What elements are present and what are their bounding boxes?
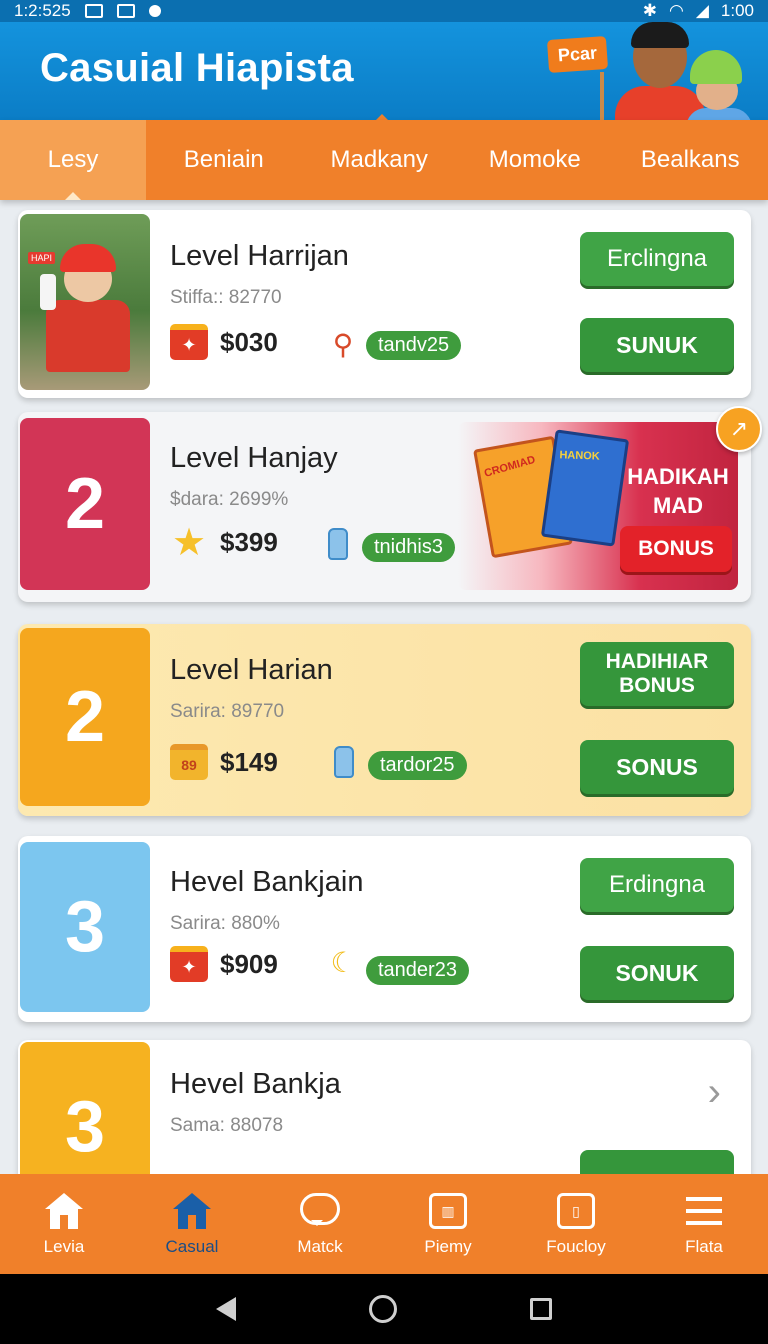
clipboard-icon: ▯ (554, 1191, 598, 1231)
header-photo-child (686, 50, 752, 120)
hadihiar-bonus-button[interactable]: HADIHIAR BONUS (580, 642, 734, 706)
level-subtitle: Sarira: 89770 (170, 701, 285, 722)
menu-icon (682, 1191, 726, 1231)
level-card[interactable]: 3 Hevel Bankjain Sarira: 880% ✦ $909 ☾ t… (18, 836, 751, 1022)
mail-icon (116, 4, 135, 18)
nav-label: Flata (685, 1237, 723, 1256)
level-price: $149 (220, 746, 278, 777)
photo-tag: HAPI (28, 252, 56, 264)
nav-label: Matck (297, 1237, 343, 1256)
nav-label: Foucloy (546, 1237, 606, 1256)
promo-banner[interactable]: CROMIAD HANOK HADIKAH MAD BONUS (458, 422, 738, 590)
sign-stick (600, 72, 604, 120)
erclingna-button[interactable]: Erclingna (580, 232, 734, 286)
system-navigation-bar (0, 1274, 768, 1344)
level-title: Level Hanjay (170, 442, 338, 474)
level-number-tile: 3 (20, 842, 150, 1012)
app-title: Casuial Hiapista (40, 46, 354, 90)
status-clock: 1:00 (720, 1, 754, 20)
level-title: Level Harian (170, 654, 333, 686)
level-tag-pill: tandv25 (366, 331, 462, 360)
nav-label: Casual (165, 1237, 219, 1256)
wifi-icon: ◠ (668, 1, 684, 20)
level-action-button[interactable] (580, 1150, 734, 1174)
level-tag-pill: tardor25 (368, 751, 467, 780)
nav-levia[interactable]: Levia (0, 1174, 128, 1274)
bonus-button[interactable]: BONUS (620, 526, 732, 572)
box-icon: 89 (170, 744, 208, 780)
banner-title: HADIKAH MAD (627, 464, 729, 518)
level-subtitle: Sarira: 880% (170, 913, 280, 934)
banana-icon: ☾ (330, 946, 356, 978)
chat-icon (298, 1191, 342, 1231)
level-subtitle: Sama: 88078 (170, 1115, 284, 1136)
level-card[interactable]: 2 Level Harian Sarira: 89770 89 $149 tar… (18, 624, 751, 816)
home-button-icon[interactable] (368, 1295, 397, 1323)
nav-matck[interactable]: Matck (256, 1174, 384, 1274)
status-bar: 1:2:525 ✱ ◠ ◢ 1:00 (0, 0, 768, 22)
level-card[interactable]: 3 Hevel Bankja Sama: 88078 › (18, 1040, 751, 1174)
trend-icon[interactable]: ↗ (716, 406, 762, 452)
level-title: Hevel Bankja (170, 1068, 341, 1100)
bottle-icon (334, 746, 354, 778)
level-number-tile: 2 (20, 418, 150, 590)
level-thumbnail-photo: HAPI (20, 214, 150, 390)
gift-icon: ✦ (170, 324, 208, 360)
sonuk-button[interactable]: SONUK (580, 946, 734, 1000)
chevron-right-icon[interactable]: › (708, 1070, 721, 1115)
home-icon (170, 1191, 214, 1231)
bluetooth-icon: ✱ (642, 1, 657, 20)
tab-bealkans[interactable]: Bealkans (613, 120, 768, 200)
level-card[interactable]: HAPI Level Harrijan Stiffa:: 82770 ✦ $03… (18, 210, 751, 398)
level-title: Hevel Bankjain (170, 866, 364, 898)
bottle-icon (328, 528, 348, 560)
level-number-tile: 3 (20, 1042, 150, 1174)
nav-label: Levia (43, 1237, 85, 1256)
level-subtitle: $dara: 2699% (170, 489, 289, 510)
tab-momoke[interactable]: Momoke (457, 120, 613, 200)
tab-beniain[interactable]: Beniain (146, 120, 302, 200)
level-subtitle: Stiffa:: 82770 (170, 287, 282, 308)
status-time: 1:2:525 (14, 1, 71, 20)
level-title: Level Harrijan (170, 240, 349, 272)
bottom-navigation: Levia Casual Matck ▥ Piemy ▯ Foucloy Fla… (0, 1174, 768, 1274)
tab-madkany[interactable]: Madkany (302, 120, 458, 200)
level-tag-pill: tander23 (366, 956, 469, 985)
promo-sign: Pcar (546, 35, 609, 74)
nav-label: Piemy (424, 1237, 472, 1256)
tab-lesy[interactable]: Lesy (0, 120, 146, 200)
star-icon: ★ (171, 521, 207, 564)
level-number-tile: 2 (20, 628, 150, 806)
level-price: $030 (220, 326, 278, 357)
recents-icon[interactable] (529, 1298, 552, 1320)
home-icon (42, 1191, 86, 1231)
signal-icon: ◢ (695, 1, 709, 20)
level-tag-pill: tnidhis3 (362, 533, 455, 562)
sunuk-button[interactable]: SUNUK (580, 318, 734, 372)
broom-icon: ⚲ (332, 328, 354, 360)
nav-piemy[interactable]: ▥ Piemy (384, 1174, 512, 1274)
nav-flata[interactable]: Flata (640, 1174, 768, 1274)
category-tabs: Lesy Beniain Madkany Momoke Bealkans (0, 120, 768, 200)
level-list[interactable]: HAPI Level Harrijan Stiffa:: 82770 ✦ $03… (0, 200, 768, 1174)
level-card[interactable]: 2 Level Hanjay $dara: 2699% ★ $399 tnidh… (18, 412, 751, 602)
snack-bag-image: HANOK (540, 429, 630, 547)
level-price: $909 (220, 948, 278, 979)
grid-icon: ▥ (426, 1191, 470, 1231)
sonus-button[interactable]: SONUS (580, 740, 734, 794)
nav-foucloy[interactable]: ▯ Foucloy (512, 1174, 640, 1274)
image-icon (84, 4, 103, 18)
erdingna-button[interactable]: Erdingna (580, 858, 734, 912)
back-icon[interactable] (216, 1297, 237, 1321)
gift-icon: ✦ (170, 946, 208, 982)
level-price: $399 (220, 526, 278, 557)
nav-casual[interactable]: Casual (128, 1174, 256, 1274)
notification-icon (148, 5, 161, 17)
